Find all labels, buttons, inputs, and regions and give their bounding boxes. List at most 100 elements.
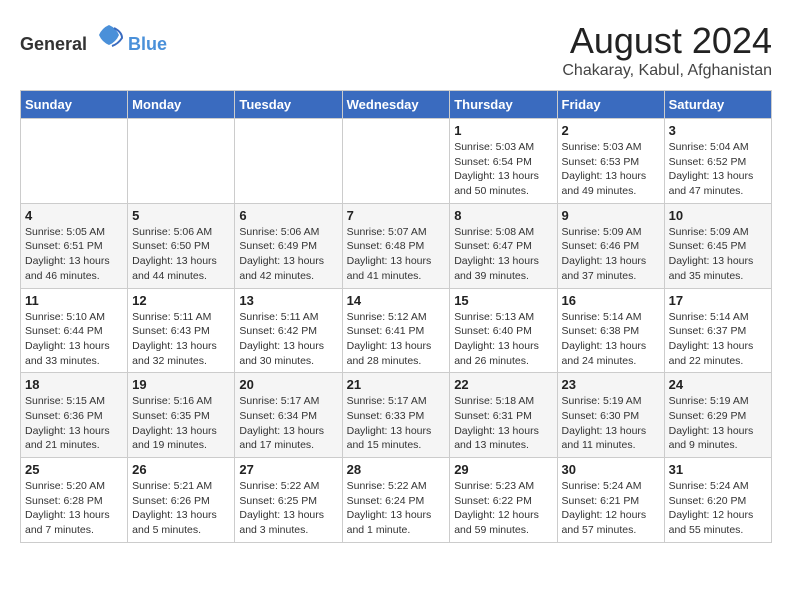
day-number: 12: [132, 293, 230, 308]
day-number: 18: [25, 377, 123, 392]
day-number: 14: [347, 293, 446, 308]
day-number: 22: [454, 377, 552, 392]
calendar-table: SundayMondayTuesdayWednesdayThursdayFrid…: [20, 90, 772, 543]
calendar-cell: 30 Sunrise: 5:24 AM Sunset: 6:21 PM Dayli…: [557, 458, 664, 543]
calendar-cell: 17 Sunrise: 5:14 AM Sunset: 6:37 PM Dayli…: [664, 288, 771, 373]
calendar-header: SundayMondayTuesdayWednesdayThursdayFrid…: [21, 91, 772, 119]
weekday-header-monday: Monday: [128, 91, 235, 119]
day-number: 27: [239, 462, 337, 477]
logo-icon: [94, 20, 124, 50]
main-title: August 2024: [562, 20, 772, 62]
day-number: 3: [669, 123, 767, 138]
day-number: 10: [669, 208, 767, 223]
weekday-header-tuesday: Tuesday: [235, 91, 342, 119]
calendar-cell: 25 Sunrise: 5:20 AM Sunset: 6:28 PM Dayli…: [21, 458, 128, 543]
calendar-cell: [128, 119, 235, 204]
day-info: Sunrise: 5:19 AM Sunset: 6:29 PM Dayligh…: [669, 394, 767, 453]
day-number: 26: [132, 462, 230, 477]
calendar-cell: 26 Sunrise: 5:21 AM Sunset: 6:26 PM Dayli…: [128, 458, 235, 543]
calendar-cell: 1Sunrise: 5:03 AM Sunset: 6:54 PM Daylig…: [450, 119, 557, 204]
weekday-header-sunday: Sunday: [21, 91, 128, 119]
calendar-cell: 5 Sunrise: 5:06 AM Sunset: 6:50 PM Daylig…: [128, 203, 235, 288]
calendar-cell: 8Sunrise: 5:08 AM Sunset: 6:47 PM Daylig…: [450, 203, 557, 288]
day-info: Sunrise: 5:15 AM Sunset: 6:36 PM Dayligh…: [25, 394, 123, 453]
day-info: Sunrise: 5:21 AM Sunset: 6:26 PM Dayligh…: [132, 479, 230, 538]
week-row-1: 1Sunrise: 5:03 AM Sunset: 6:54 PM Daylig…: [21, 119, 772, 204]
calendar-cell: 7Sunrise: 5:07 AM Sunset: 6:48 PM Daylig…: [342, 203, 450, 288]
day-number: 8: [454, 208, 552, 223]
calendar-cell: 19Sunrise: 5:16 AM Sunset: 6:35 PM Dayli…: [128, 373, 235, 458]
day-number: 20: [239, 377, 337, 392]
weekday-header-row: SundayMondayTuesdayWednesdayThursdayFrid…: [21, 91, 772, 119]
calendar-cell: 21Sunrise: 5:17 AM Sunset: 6:33 PM Dayli…: [342, 373, 450, 458]
calendar-cell: 16Sunrise: 5:14 AM Sunset: 6:38 PM Dayli…: [557, 288, 664, 373]
day-info: Sunrise: 5:14 AM Sunset: 6:37 PM Dayligh…: [669, 310, 767, 369]
header: General Blue August 2024 Chakaray, Kabul…: [20, 20, 772, 80]
calendar-cell: [342, 119, 450, 204]
day-number: 23: [562, 377, 660, 392]
calendar-cell: 10 Sunrise: 5:09 AM Sunset: 6:45 PM Dayli…: [664, 203, 771, 288]
day-info: Sunrise: 5:19 AM Sunset: 6:30 PM Dayligh…: [562, 394, 660, 453]
day-info: Sunrise: 5:07 AM Sunset: 6:48 PM Dayligh…: [347, 225, 446, 284]
day-info: Sunrise: 5:13 AM Sunset: 6:40 PM Dayligh…: [454, 310, 552, 369]
calendar-cell: 6 Sunrise: 5:06 AM Sunset: 6:49 PM Daylig…: [235, 203, 342, 288]
calendar-cell: [235, 119, 342, 204]
day-number: 1: [454, 123, 552, 138]
week-row-4: 18 Sunrise: 5:15 AM Sunset: 6:36 PM Dayli…: [21, 373, 772, 458]
calendar-cell: 15Sunrise: 5:13 AM Sunset: 6:40 PM Dayli…: [450, 288, 557, 373]
day-info: Sunrise: 5:10 AM Sunset: 6:44 PM Dayligh…: [25, 310, 123, 369]
day-number: 11: [25, 293, 123, 308]
day-number: 17: [669, 293, 767, 308]
day-info: Sunrise: 5:04 AM Sunset: 6:52 PM Dayligh…: [669, 140, 767, 199]
calendar-body: 1Sunrise: 5:03 AM Sunset: 6:54 PM Daylig…: [21, 119, 772, 543]
logo-text: General Blue: [20, 20, 167, 55]
day-info: Sunrise: 5:20 AM Sunset: 6:28 PM Dayligh…: [25, 479, 123, 538]
calendar-cell: 18 Sunrise: 5:15 AM Sunset: 6:36 PM Dayli…: [21, 373, 128, 458]
calendar-cell: 31 Sunrise: 5:24 AM Sunset: 6:20 PM Dayli…: [664, 458, 771, 543]
calendar-cell: 22 Sunrise: 5:18 AM Sunset: 6:31 PM Dayli…: [450, 373, 557, 458]
calendar-cell: 23 Sunrise: 5:19 AM Sunset: 6:30 PM Dayli…: [557, 373, 664, 458]
day-info: Sunrise: 5:06 AM Sunset: 6:49 PM Dayligh…: [239, 225, 337, 284]
logo: General Blue: [20, 20, 167, 55]
weekday-header-thursday: Thursday: [450, 91, 557, 119]
day-number: 28: [347, 462, 446, 477]
day-info: Sunrise: 5:11 AM Sunset: 6:42 PM Dayligh…: [239, 310, 337, 369]
calendar-cell: 28 Sunrise: 5:22 AM Sunset: 6:24 PM Dayli…: [342, 458, 450, 543]
day-info: Sunrise: 5:16 AM Sunset: 6:35 PM Dayligh…: [132, 394, 230, 453]
day-info: Sunrise: 5:09 AM Sunset: 6:45 PM Dayligh…: [669, 225, 767, 284]
day-number: 9: [562, 208, 660, 223]
day-number: 16: [562, 293, 660, 308]
day-number: 31: [669, 462, 767, 477]
day-info: Sunrise: 5:24 AM Sunset: 6:20 PM Dayligh…: [669, 479, 767, 538]
sub-title: Chakaray, Kabul, Afghanistan: [562, 62, 772, 80]
day-number: 13: [239, 293, 337, 308]
day-info: Sunrise: 5:12 AM Sunset: 6:41 PM Dayligh…: [347, 310, 446, 369]
calendar-cell: 2Sunrise: 5:03 AM Sunset: 6:53 PM Daylig…: [557, 119, 664, 204]
calendar-cell: 29Sunrise: 5:23 AM Sunset: 6:22 PM Dayli…: [450, 458, 557, 543]
day-info: Sunrise: 5:06 AM Sunset: 6:50 PM Dayligh…: [132, 225, 230, 284]
day-info: Sunrise: 5:22 AM Sunset: 6:24 PM Dayligh…: [347, 479, 446, 538]
day-info: Sunrise: 5:18 AM Sunset: 6:31 PM Dayligh…: [454, 394, 552, 453]
title-area: August 2024 Chakaray, Kabul, Afghanistan: [562, 20, 772, 80]
week-row-5: 25 Sunrise: 5:20 AM Sunset: 6:28 PM Dayli…: [21, 458, 772, 543]
day-info: Sunrise: 5:24 AM Sunset: 6:21 PM Dayligh…: [562, 479, 660, 538]
day-number: 25: [25, 462, 123, 477]
day-info: Sunrise: 5:11 AM Sunset: 6:43 PM Dayligh…: [132, 310, 230, 369]
weekday-header-friday: Friday: [557, 91, 664, 119]
calendar-cell: 9Sunrise: 5:09 AM Sunset: 6:46 PM Daylig…: [557, 203, 664, 288]
day-info: Sunrise: 5:17 AM Sunset: 6:34 PM Dayligh…: [239, 394, 337, 453]
day-number: 21: [347, 377, 446, 392]
week-row-3: 11 Sunrise: 5:10 AM Sunset: 6:44 PM Dayli…: [21, 288, 772, 373]
day-number: 6: [239, 208, 337, 223]
day-number: 30: [562, 462, 660, 477]
week-row-2: 4Sunrise: 5:05 AM Sunset: 6:51 PM Daylig…: [21, 203, 772, 288]
calendar-cell: 12 Sunrise: 5:11 AM Sunset: 6:43 PM Dayli…: [128, 288, 235, 373]
weekday-header-wednesday: Wednesday: [342, 91, 450, 119]
day-info: Sunrise: 5:05 AM Sunset: 6:51 PM Dayligh…: [25, 225, 123, 284]
calendar-cell: 13 Sunrise: 5:11 AM Sunset: 6:42 PM Dayli…: [235, 288, 342, 373]
day-number: 2: [562, 123, 660, 138]
calendar-cell: 24 Sunrise: 5:19 AM Sunset: 6:29 PM Dayli…: [664, 373, 771, 458]
calendar-cell: 3 Sunrise: 5:04 AM Sunset: 6:52 PM Daylig…: [664, 119, 771, 204]
day-number: 24: [669, 377, 767, 392]
day-number: 5: [132, 208, 230, 223]
